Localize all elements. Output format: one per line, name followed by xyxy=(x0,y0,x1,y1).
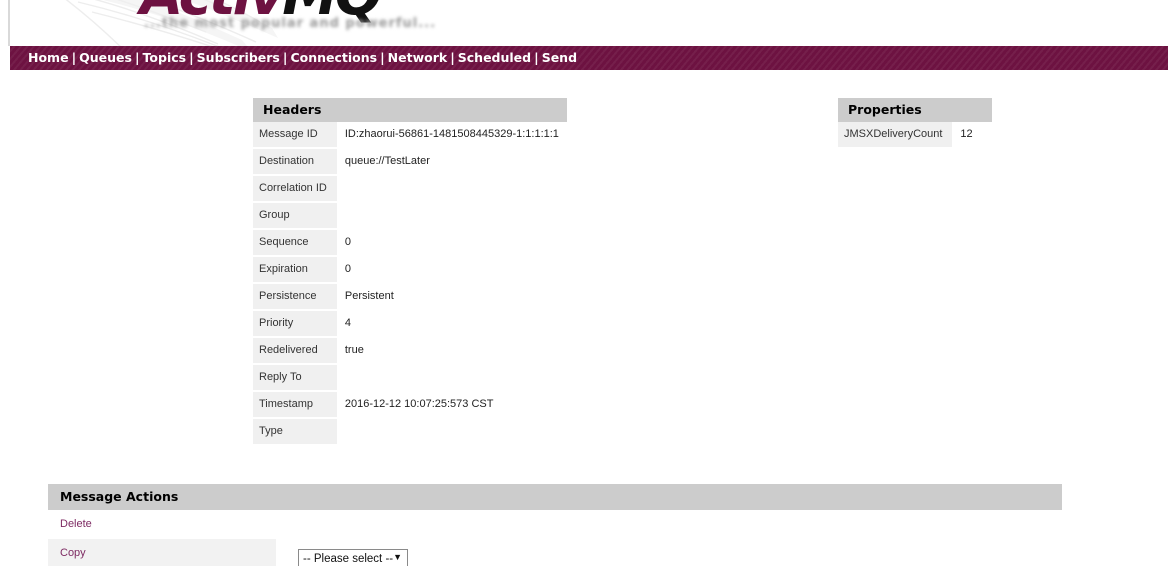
copy-message-link[interactable]: Copy xyxy=(48,539,86,566)
properties-section-title: Properties xyxy=(838,98,993,122)
page-frame: ActivMQ ...the most popular and powerful… xyxy=(0,0,1168,566)
copy-destination-cell: -- Please select -- ▼ xyxy=(288,539,1062,566)
message-actions-title: Message Actions xyxy=(48,484,1062,510)
nav-separator: | xyxy=(71,50,77,65)
nav-link-scheduled[interactable]: Scheduled xyxy=(458,50,531,65)
properties-table-header-row: Properties xyxy=(838,98,993,122)
destination-select-shell: -- Please select -- ▼ xyxy=(298,549,408,566)
destination-select[interactable]: -- Please select -- xyxy=(298,549,408,566)
properties-row-label: JMSXDeliveryCount xyxy=(838,122,953,149)
headers-row: Timestamp 2016-12-12 10:07:25:573 CST xyxy=(253,391,567,419)
nav-link-send[interactable]: Send xyxy=(542,50,577,65)
nav-separator: | xyxy=(134,50,140,65)
logo-tagline: ...the most popular and powerful... xyxy=(144,16,437,31)
nav-link-home[interactable]: Home xyxy=(28,50,69,65)
site-banner: ActivMQ ...the most popular and powerful… xyxy=(0,0,1168,46)
headers-row-label: Sequence xyxy=(253,229,337,257)
message-action-row-copy: Copy -- Please select -- ▼ xyxy=(48,539,1062,566)
headers-table-body: Message ID ID:zhaorui-56861-1481508445329… xyxy=(253,122,567,446)
headers-row-value: queue://TestLater xyxy=(336,148,567,176)
nav-link-list: Home | Queues | Topics | Subscribers | Connectio… xyxy=(28,46,577,70)
message-actions-table: Delete Copy -- Please select -- ▼ xyxy=(48,510,1062,566)
headers-row-value: 2016-12-12 10:07:25:573 CST xyxy=(336,391,567,419)
nav-link-network[interactable]: Network xyxy=(388,50,448,65)
headers-row: Correlation ID xyxy=(253,175,567,203)
headers-table-header-row: Headers xyxy=(253,98,567,122)
headers-row-value: 0 xyxy=(336,256,567,284)
headers-row-label: Expiration xyxy=(253,256,337,284)
headers-row: Persistence Persistent xyxy=(253,283,567,311)
headers-row: Type xyxy=(253,418,567,446)
headers-row: Priority 4 xyxy=(253,310,567,338)
nav-link-connections[interactable]: Connections xyxy=(290,50,377,65)
nav-separator: | xyxy=(282,50,288,65)
headers-row-label: Type xyxy=(253,418,337,446)
headers-row-label: Correlation ID xyxy=(253,175,337,203)
destination-select-wrapper: -- Please select -- ▼ xyxy=(288,539,1062,566)
headers-row-label: Priority xyxy=(253,310,337,338)
headers-row-label: Group xyxy=(253,202,337,230)
headers-row: Group xyxy=(253,202,567,230)
headers-table: Headers Message ID ID:zhaorui-56861-14815… xyxy=(253,98,567,446)
delete-message-link[interactable]: Delete xyxy=(48,510,92,539)
headers-row-value xyxy=(336,364,567,392)
main-navigation-bar: Home | Queues | Topics | Subscribers | Connectio… xyxy=(10,46,1168,70)
delete-action-detail-cell xyxy=(288,510,1062,539)
banner-inner: ActivMQ ...the most popular and powerful… xyxy=(8,0,1168,46)
nav-separator: | xyxy=(380,50,385,65)
nav-link-topics[interactable]: Topics xyxy=(143,50,187,65)
message-actions-panel: Message Actions Delete Copy -- Please se… xyxy=(48,484,1062,566)
copy-action-cell: Copy xyxy=(48,539,276,566)
nav-separator: | xyxy=(450,50,455,65)
actions-gap-cell xyxy=(276,510,288,539)
headers-row-value: true xyxy=(336,337,567,365)
headers-section-title: Headers xyxy=(253,98,567,122)
delete-action-cell: Delete xyxy=(48,510,276,539)
nav-separator: | xyxy=(534,50,539,65)
properties-row: JMSXDeliveryCount 12 xyxy=(838,122,993,149)
properties-table-body: JMSXDeliveryCount 12 xyxy=(838,122,993,149)
headers-row-value: 4 xyxy=(336,310,567,338)
headers-row: Destination queue://TestLater xyxy=(253,148,567,176)
headers-row-label: Message ID xyxy=(253,122,337,149)
page-content: Headers Message ID ID:zhaorui-56861-14815… xyxy=(10,70,1168,566)
headers-row-value: 0 xyxy=(336,229,567,257)
headers-row-label: Timestamp xyxy=(253,391,337,419)
headers-row-label: Redelivered xyxy=(253,337,337,365)
headers-row-value: Persistent xyxy=(336,283,567,311)
nav-link-queues[interactable]: Queues xyxy=(79,50,132,65)
headers-row: Reply To xyxy=(253,364,567,392)
nav-link-subscribers[interactable]: Subscribers xyxy=(197,50,280,65)
nav-separator: | xyxy=(189,50,194,65)
headers-row: Sequence 0 xyxy=(253,229,567,257)
headers-row: Expiration 0 xyxy=(253,256,567,284)
headers-row-value: ID:zhaorui-56861-1481508445329-1:1:1:1:1 xyxy=(336,122,567,149)
headers-row-label: Persistence xyxy=(253,283,337,311)
headers-row: Message ID ID:zhaorui-56861-1481508445329… xyxy=(253,122,567,149)
headers-row-value xyxy=(336,202,567,230)
properties-table: Properties JMSXDeliveryCount 12 xyxy=(838,98,993,149)
headers-row-label: Reply To xyxy=(253,364,337,392)
headers-row-value xyxy=(336,175,567,203)
headers-row-label: Destination xyxy=(253,148,337,176)
actions-gap-cell-2 xyxy=(276,539,288,566)
properties-row-value: 12 xyxy=(952,122,993,149)
headers-row-value xyxy=(336,418,567,446)
message-action-row-delete: Delete xyxy=(48,510,1062,539)
headers-row: Redelivered true xyxy=(253,337,567,365)
